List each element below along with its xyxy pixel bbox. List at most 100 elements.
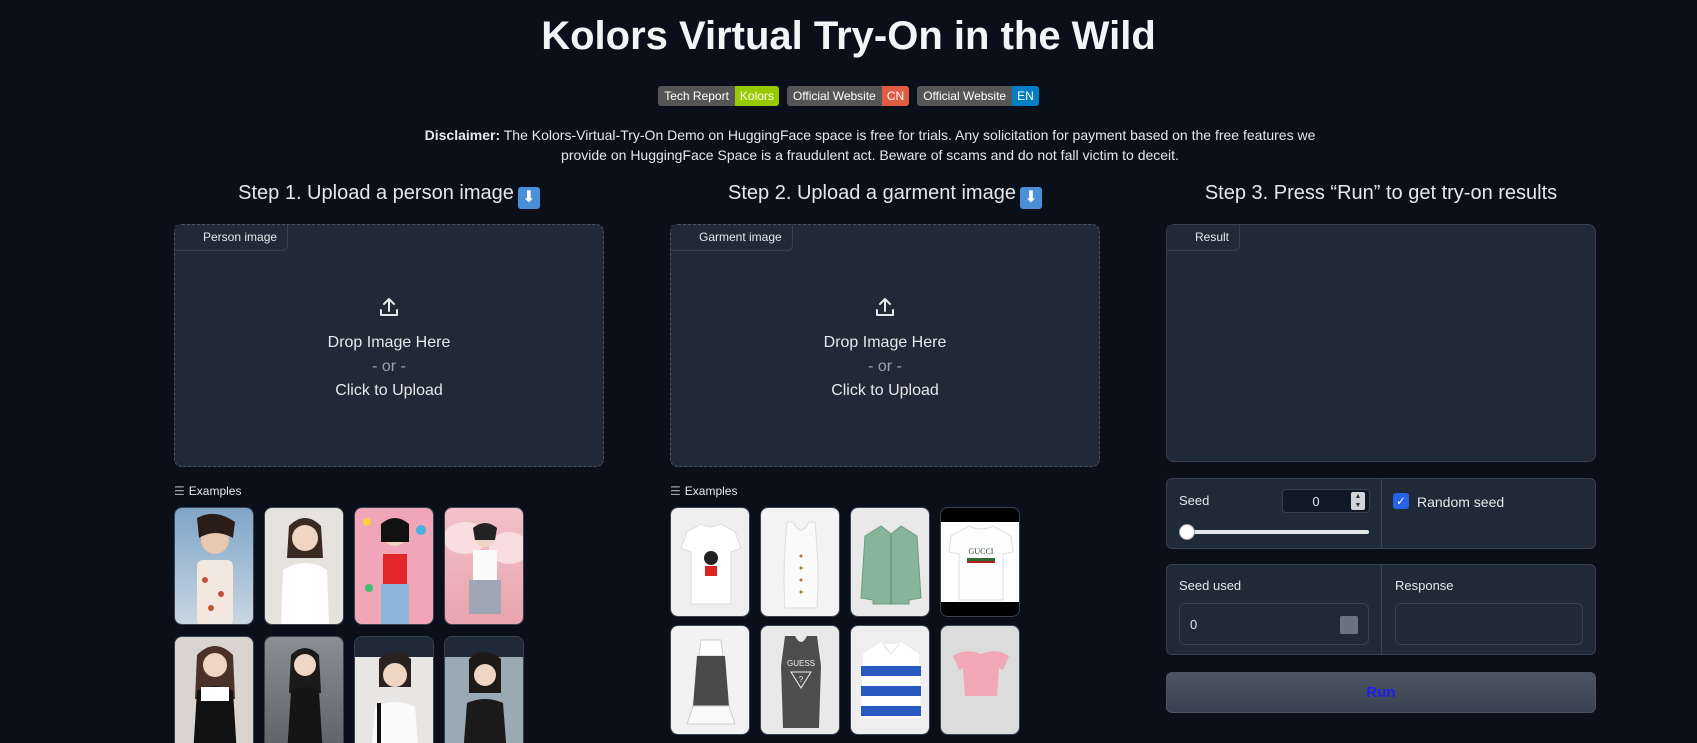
disclaimer-title: Disclaimer: — [424, 127, 501, 143]
guess-tank-image: GUESS? — [781, 636, 821, 728]
person-figure-image — [445, 522, 523, 614]
person-example-thumb[interactable] — [264, 507, 344, 625]
person-figure-image — [281, 518, 329, 624]
denim-jacket-image — [860, 525, 922, 605]
disclaimer: Disclaimer: The Kolors-Virtual-Try-On De… — [420, 125, 1320, 165]
garment-example-thumb[interactable] — [850, 625, 930, 735]
garment-example-thumb[interactable] — [940, 625, 1020, 735]
badge-left-label: Tech Report — [658, 86, 735, 106]
garment-image-label: Garment image — [671, 225, 793, 251]
garment-image-label-text: Garment image — [699, 230, 782, 244]
copy-icon[interactable] — [1340, 616, 1358, 634]
badge-right-label: CN — [881, 86, 910, 106]
garment-upload-zone[interactable]: Drop Image Here - or - Click to Upload — [671, 295, 1099, 403]
garment-example-thumb[interactable] — [670, 625, 750, 735]
person-example-thumb[interactable] — [264, 636, 344, 743]
down-arrow-icon: ⬇ — [1019, 187, 1042, 209]
examples-label-text: Examples — [684, 484, 738, 498]
badge-left-label: Official Website — [786, 86, 882, 106]
person-example-thumb[interactable] — [354, 507, 434, 625]
person-example-thumb[interactable] — [354, 636, 434, 743]
person-figure-image — [363, 518, 426, 624]
or-text: - or - — [372, 358, 406, 375]
svg-text:?: ? — [799, 675, 804, 684]
step2-text: Step 2. Upload a garment image — [728, 182, 1016, 204]
seed-slider-thumb[interactable] — [1179, 524, 1195, 540]
person-image-label: Person image — [175, 225, 289, 251]
result-label-text: Result — [1195, 230, 1230, 244]
striped-rugby-shirt-image — [861, 642, 921, 718]
seed-slider-track[interactable] — [1181, 530, 1369, 534]
response-textbox[interactable] — [1395, 603, 1583, 645]
garment-example-thumb[interactable] — [850, 507, 930, 617]
upload-icon — [380, 298, 398, 316]
garment-example-thumb[interactable] — [760, 507, 840, 617]
person-figure-image — [355, 652, 433, 743]
person-figure-image — [287, 648, 323, 743]
step1-text: Step 1. Upload a person image — [238, 182, 514, 204]
step3-heading: Step 3. Press “Run” to get try-on result… — [1204, 182, 1558, 204]
garment-example-thumb[interactable]: GUCCI — [940, 507, 1020, 617]
or-text: - or - — [868, 358, 902, 375]
result-label: Result — [1167, 225, 1241, 251]
disclaimer-text: The Kolors-Virtual-Try-On Demo on Huggin… — [500, 127, 1316, 163]
person-example-thumb[interactable] — [174, 636, 254, 743]
seed-label: Seed — [1179, 493, 1210, 508]
seed-controls-group: Seed 0 ▲ ▼ ✓ Random seed — [1166, 478, 1596, 549]
spinner-arrows-icon[interactable]: ▲ ▼ — [1351, 492, 1365, 510]
seed-used-field: 0 — [1179, 603, 1369, 645]
badge-right-label: Kolors — [734, 86, 779, 106]
garment-image-upload[interactable]: Garment image Drop Image Here - or - Cli… — [670, 224, 1100, 467]
person-image-label-text: Person image — [203, 230, 278, 244]
list-icon: ☰ — [670, 484, 681, 498]
click-to-upload-text: Click to Upload — [335, 382, 443, 399]
person-example-thumb[interactable] — [444, 636, 524, 743]
click-to-upload-text: Click to Upload — [831, 382, 939, 399]
divider — [1381, 565, 1382, 654]
badge-row: Tech Report Kolors Official Website CN O… — [0, 86, 1697, 106]
result-image: Result — [1166, 224, 1596, 462]
svg-text:GUESS: GUESS — [787, 659, 815, 668]
pink-top-image — [953, 651, 1009, 696]
seed-value: 0 — [1312, 494, 1320, 509]
run-button[interactable]: Run — [1166, 672, 1596, 713]
random-seed-checkbox[interactable]: ✓ — [1393, 493, 1409, 509]
svg-text:GUCCI: GUCCI — [969, 547, 994, 556]
seed-used-value: 0 — [1190, 617, 1198, 632]
official-website-en-badge[interactable]: Official Website EN — [917, 86, 1039, 106]
random-seed-label: Random seed — [1417, 494, 1505, 510]
person-example-thumb[interactable] — [174, 507, 254, 625]
drop-image-text: Drop Image Here — [327, 334, 451, 351]
response-label: Response — [1395, 578, 1454, 593]
gucci-tshirt-image: GUCCI — [941, 522, 1019, 602]
step2-heading: Step 2. Upload a garment image ⬇ — [670, 182, 1100, 209]
person-example-thumb[interactable] — [444, 507, 524, 625]
seed-number-input[interactable]: 0 ▲ ▼ — [1282, 489, 1370, 513]
examples-label-text: Examples — [188, 484, 242, 498]
person-examples-label: ☰ Examples — [174, 484, 241, 498]
person-figure-image — [445, 652, 523, 743]
page-title: Kolors Virtual Try-On in the Wild — [541, 14, 1156, 58]
drop-image-text: Drop Image Here — [823, 334, 947, 351]
down-arrow-icon: ⬇ — [517, 187, 540, 209]
tank-top-image — [783, 521, 819, 609]
seed-used-label: Seed used — [1179, 578, 1242, 593]
step1-heading: Step 1. Upload a person image ⬇ — [174, 182, 604, 209]
badge-right-label: EN — [1012, 86, 1039, 106]
divider — [1381, 479, 1382, 548]
garment-examples-label: ☰ Examples — [670, 484, 737, 498]
dress-image — [686, 639, 736, 725]
upload-icon — [876, 298, 894, 316]
person-figure-image — [193, 646, 237, 743]
person-figure-image — [197, 513, 235, 624]
garment-example-thumb[interactable]: GUESS? — [760, 625, 840, 735]
tshirt-image — [680, 523, 742, 605]
person-upload-zone[interactable]: Drop Image Here - or - Click to Upload — [175, 295, 603, 403]
badge-left-label: Official Website — [917, 86, 1013, 106]
person-image-upload[interactable]: Person image Drop Image Here - or - Clic… — [174, 224, 604, 467]
output-group: Seed used 0 Response — [1166, 564, 1596, 655]
list-icon: ☰ — [174, 484, 185, 498]
official-website-cn-badge[interactable]: Official Website CN — [786, 86, 910, 106]
garment-example-thumb[interactable] — [670, 507, 750, 617]
tech-report-badge[interactable]: Tech Report Kolors — [658, 86, 779, 106]
